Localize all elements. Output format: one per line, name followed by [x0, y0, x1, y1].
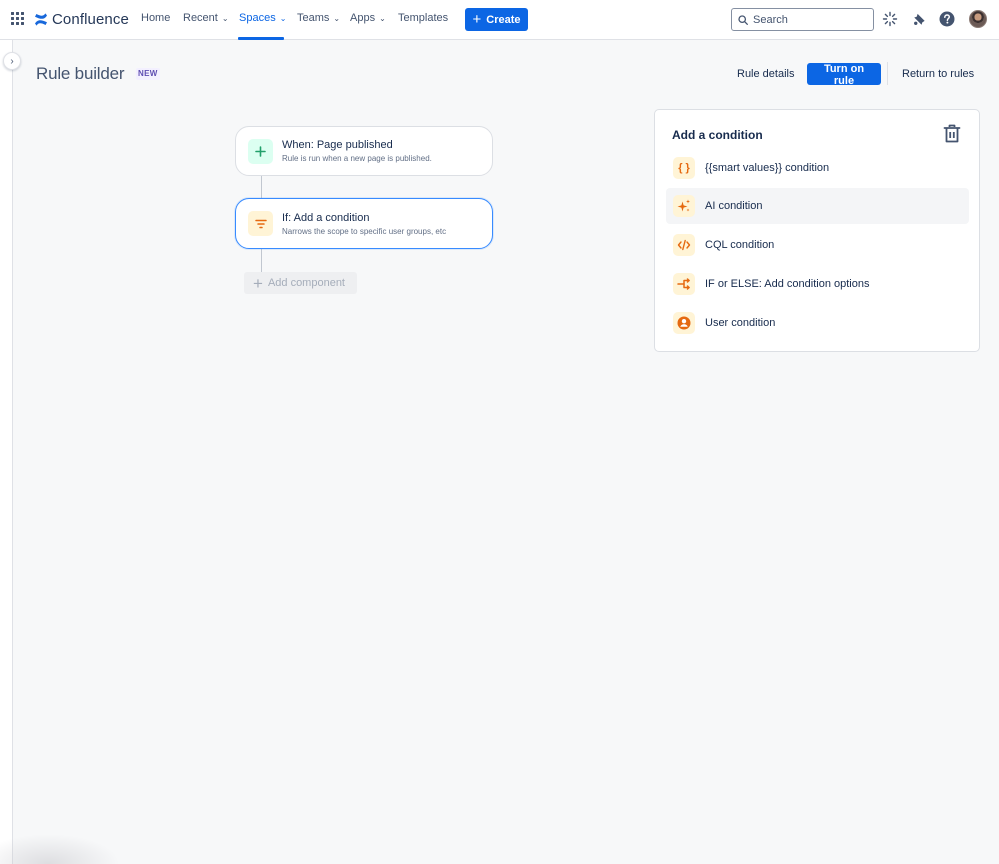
- chevron-down-icon: ⌄: [379, 13, 386, 23]
- trigger-title: When: Page published: [282, 139, 393, 151]
- profile-avatar[interactable]: [969, 10, 987, 28]
- confluence-logo[interactable]: Confluence: [34, 11, 129, 28]
- rule-details-button[interactable]: Rule details: [729, 63, 802, 85]
- condition-node[interactable]: If: Add a condition Narrows the scope to…: [235, 198, 493, 249]
- condition-subtitle: Narrows the scope to specific user group…: [282, 226, 447, 236]
- product-name: Confluence: [52, 11, 129, 28]
- trigger-subtitle: Rule is run when a new page is published…: [282, 154, 432, 163]
- create-label: Create: [486, 13, 521, 26]
- condition-option-label: IF or ELSE: Add condition options: [705, 278, 870, 290]
- condition-option-label: User condition: [705, 317, 776, 329]
- nav-spaces[interactable]: Spaces ⌄: [239, 12, 286, 24]
- chevron-down-icon: ⌄: [221, 13, 229, 23]
- plus-icon: [248, 138, 273, 164]
- curly-braces-icon: { }: [673, 157, 695, 179]
- filter-icon: [248, 211, 273, 236]
- nav-teams[interactable]: Teams ⌄: [297, 12, 340, 24]
- user-icon: [673, 312, 695, 334]
- nav-teams-label: Teams: [297, 12, 330, 24]
- top-navigation: Confluence Home Recent ⌄ Spaces ⌄ Teams ⌄ A…: [0, 0, 999, 40]
- return-to-rules-button[interactable]: Return to rules: [894, 63, 982, 85]
- expand-sidebar-button[interactable]: ›: [3, 52, 21, 70]
- app-switcher-icon[interactable]: [11, 12, 25, 26]
- ai-sparkle-icon[interactable]: [881, 10, 899, 28]
- condition-option-if-else[interactable]: IF or ELSE: Add condition options: [666, 266, 969, 302]
- nav-recent-label: Recent: [183, 12, 218, 24]
- flow-connector: [261, 175, 262, 199]
- nav-recent[interactable]: Recent ⌄: [183, 12, 229, 24]
- rail-shadow: [0, 834, 120, 864]
- chevron-down-icon: ⌄: [333, 13, 341, 23]
- active-tab-indicator: [238, 37, 284, 40]
- nav-templates-label: Templates: [398, 12, 449, 24]
- sidebar-rail: [0, 40, 13, 864]
- branch-icon: [673, 273, 695, 295]
- confluence-logo-icon: [35, 13, 47, 26]
- condition-option-cql[interactable]: CQL condition: [666, 227, 969, 263]
- condition-title: If: Add a condition: [282, 211, 370, 224]
- notifications-bell-icon[interactable]: [910, 10, 928, 28]
- header-divider: [887, 62, 888, 85]
- turn-on-rule-button[interactable]: Turn on rule: [807, 63, 881, 87]
- trash-icon[interactable]: [943, 124, 961, 144]
- condition-option-user[interactable]: User condition: [666, 305, 969, 341]
- condition-option-label: AI condition: [705, 200, 763, 212]
- nav-home-label: Home: [141, 12, 171, 24]
- create-button[interactable]: + Create: [465, 8, 528, 31]
- plus-icon: +: [472, 11, 482, 28]
- nav-apps-label: Apps: [350, 12, 376, 24]
- nav-templates[interactable]: Templates: [398, 12, 448, 24]
- nav-home[interactable]: Home: [141, 12, 170, 24]
- condition-option-label: {{smart values}} condition: [705, 162, 830, 174]
- condition-option-label: CQL condition: [705, 239, 775, 251]
- panel-title: Add a condition: [672, 128, 763, 142]
- flow-connector: [261, 248, 262, 272]
- help-icon[interactable]: [938, 10, 956, 28]
- chevron-right-icon: ›: [10, 55, 14, 67]
- new-badge: NEW: [136, 68, 160, 80]
- trigger-node[interactable]: When: Page published Rule is run when a …: [235, 126, 493, 176]
- add-condition-panel: Add a condition { } {{smart values}} con…: [654, 109, 980, 352]
- page-title: Rule builder: [36, 64, 125, 83]
- chevron-down-icon: ⌄: [279, 13, 287, 23]
- nav-spaces-label: Spaces: [239, 12, 276, 24]
- add-component-label: Add component: [267, 277, 345, 289]
- nav-apps[interactable]: Apps ⌄: [350, 12, 386, 24]
- search-field[interactable]: [731, 8, 874, 31]
- condition-option-smart-values[interactable]: { } {{smart values}} condition: [666, 150, 969, 186]
- plus-icon: +: [253, 273, 263, 293]
- condition-option-ai[interactable]: AI condition: [666, 188, 969, 224]
- search-input[interactable]: [753, 13, 863, 26]
- search-icon: [738, 14, 748, 25]
- ai-sparkle-icon: [673, 195, 695, 217]
- code-icon: [673, 234, 695, 256]
- add-component-button[interactable]: + Add component: [244, 272, 357, 294]
